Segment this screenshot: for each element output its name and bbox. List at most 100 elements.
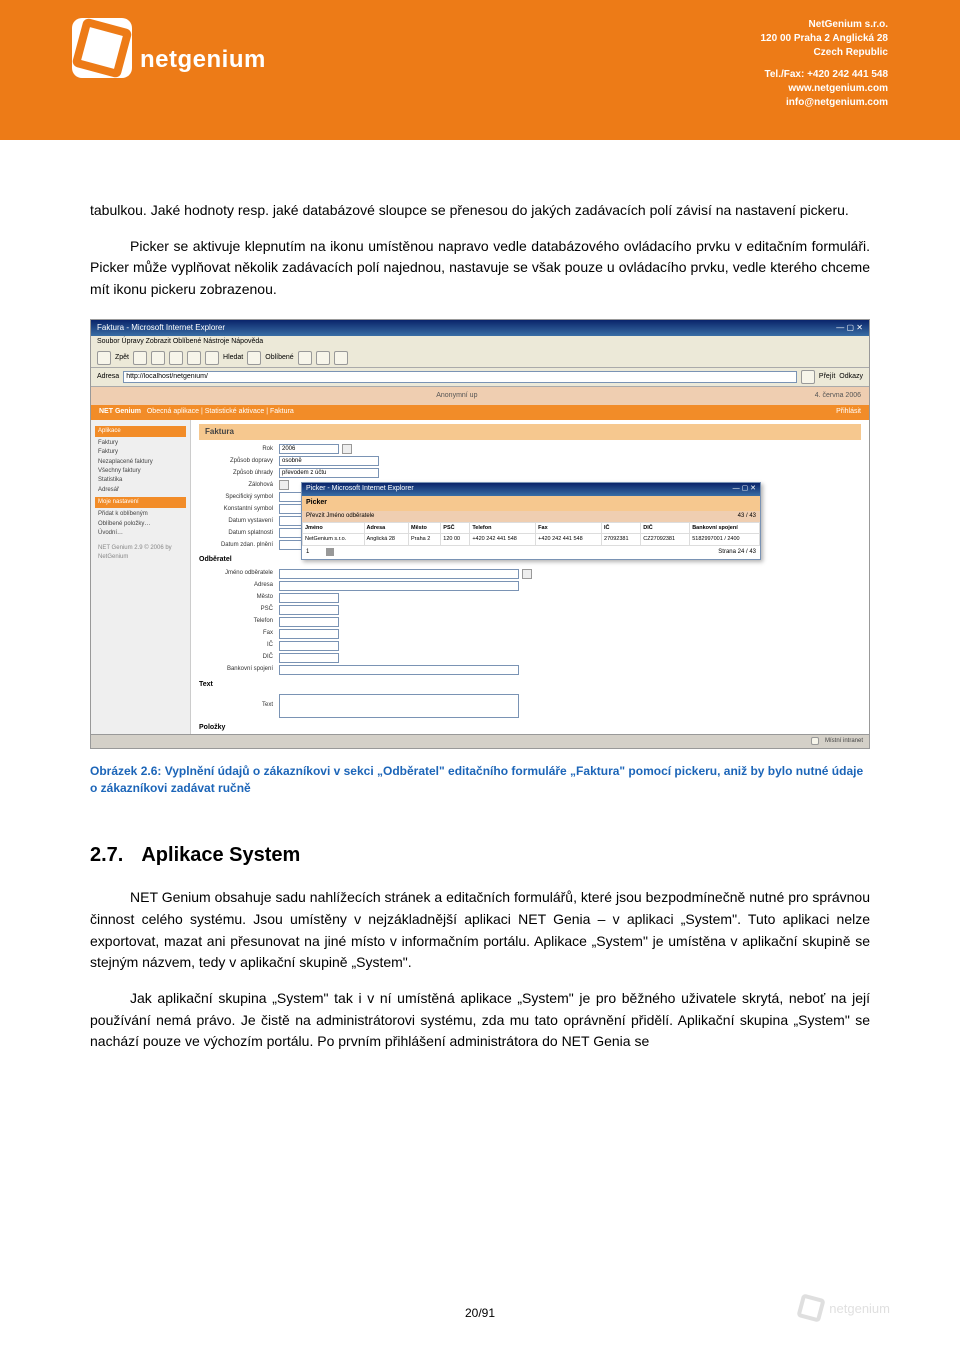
watermark-text: netgenium <box>829 1301 890 1316</box>
sidebar-item[interactable]: Úvodní… <box>95 529 186 538</box>
picker-icon[interactable] <box>522 569 532 579</box>
row-label: IČ <box>199 641 279 650</box>
row-label: Zálohová <box>199 481 279 490</box>
logo-icon <box>72 18 132 78</box>
transport-select[interactable]: osobně <box>279 456 379 466</box>
row-label: Text <box>199 701 279 710</box>
form-title: Faktura <box>199 424 861 440</box>
customer-name-input[interactable] <box>279 569 519 579</box>
browser-menubar[interactable]: Soubor Úpravy Zobrazit Oblíbené Nástroje… <box>91 336 869 349</box>
customer-phone-input[interactable] <box>279 617 339 627</box>
mail-button[interactable] <box>316 351 330 365</box>
sidebar-item[interactable]: Faktury <box>95 448 186 457</box>
links-label: Odkazy <box>839 372 863 383</box>
stop-button[interactable] <box>151 351 165 365</box>
section-text: Text <box>199 677 861 692</box>
company-tel: Tel./Fax: +420 242 441 548 <box>761 68 889 82</box>
window-controls[interactable]: — ▢ ✕ <box>836 322 863 334</box>
company-name: NetGenium s.r.o. <box>761 18 889 32</box>
login-link[interactable]: Přihlásit <box>836 407 861 418</box>
customer-bank-input[interactable] <box>279 665 519 675</box>
row-label: Jméno odběratele <box>199 569 279 578</box>
payment-select[interactable]: převodem z účtu <box>279 468 379 478</box>
picker-col: PSČ <box>441 522 470 534</box>
section-title: Aplikace System <box>141 844 300 866</box>
row-label: Způsob úhrady <box>199 469 279 478</box>
logo-text: netgenium <box>140 46 266 74</box>
section-number: 2.7. <box>90 844 123 866</box>
tab-invoice[interactable]: Faktura <box>270 408 294 415</box>
main-pane: Faktura Rok2006 Způsob dopravyosobně Způ… <box>191 420 869 749</box>
customer-zip-input[interactable] <box>279 605 339 615</box>
app-logo: NET Genium <box>99 408 141 415</box>
statusbar: Místní intranet <box>91 734 869 748</box>
customer-address-input[interactable] <box>279 581 519 591</box>
zone-icon <box>811 737 819 745</box>
sidebar-header-apps: Aplikace <box>95 426 186 437</box>
last-icon[interactable] <box>332 548 334 556</box>
address-input[interactable] <box>123 371 797 383</box>
text-textarea[interactable] <box>279 694 519 718</box>
company-email: info@netgenium.com <box>761 96 889 110</box>
picker-titlebar: Picker - Microsoft Internet Explorer — ▢… <box>302 483 760 496</box>
home-button[interactable] <box>187 351 201 365</box>
search-icon[interactable] <box>205 351 219 365</box>
picker-col: Město <box>409 522 441 534</box>
picker-close-icon[interactable]: — ▢ ✕ <box>733 484 756 495</box>
back-button[interactable] <box>97 351 111 365</box>
forward-button[interactable] <box>133 351 147 365</box>
sidebar-item[interactable]: Statistika <box>95 476 186 485</box>
date-label: 4. června 2006 <box>815 391 861 402</box>
sidebar-footer: NET Genium 2.9 © 2006 by NetGenium <box>95 544 186 563</box>
picker-icon[interactable] <box>342 444 352 454</box>
watermark-icon <box>797 1293 826 1322</box>
sidebar: Aplikace Faktury Faktury Nezaplacené fak… <box>91 420 191 749</box>
advance-checkbox[interactable] <box>279 480 289 490</box>
sidebar-header-settings: Moje nastavení <box>95 497 186 508</box>
window-title: Faktura - Microsoft Internet Explorer <box>97 322 225 334</box>
year-input[interactable]: 2006 <box>279 444 339 454</box>
document-content: tabulkou. Jaké hodnoty resp. jaké databá… <box>0 140 960 1053</box>
tab-stats[interactable]: Statistické aktivace <box>205 408 265 415</box>
sidebar-item[interactable]: Nezaplacené faktury <box>95 458 186 467</box>
window-titlebar: Faktura - Microsoft Internet Explorer — … <box>91 320 869 336</box>
customer-city-input[interactable] <box>279 593 339 603</box>
company-web: www.netgenium.com <box>761 82 889 96</box>
go-label: Přejít <box>819 372 835 383</box>
page-header: netgenium NetGenium s.r.o. 120 00 Praha … <box>0 0 960 140</box>
picker-row[interactable]: NetGenium s.r.o. Anglická 28 Praha 2 120… <box>303 534 760 546</box>
figure-caption: Obrázek 2.6: Vyplnění údajů o zákazníkov… <box>90 763 870 797</box>
refresh-button[interactable] <box>169 351 183 365</box>
app-tabs: NET Genium Obecná aplikace | Statistické… <box>91 405 869 420</box>
app-topbar: Anonymní up 4. června 2006 <box>91 387 869 405</box>
picker-col: Fax <box>536 522 602 534</box>
picker-col: DIČ <box>641 522 690 534</box>
sidebar-item[interactable]: Všechny faktury <box>95 467 186 476</box>
customer-dic-input[interactable] <box>279 653 339 663</box>
sidebar-item[interactable]: Adresář <box>95 486 186 495</box>
para-2: Picker se aktivuje klepnutím na ikonu um… <box>90 236 870 301</box>
sidebar-item[interactable]: Faktury <box>95 439 186 448</box>
customer-fax-input[interactable] <box>279 629 339 639</box>
row-label: Datum zdan. plnění <box>199 541 279 550</box>
user-label: Anonymní up <box>436 391 477 402</box>
favorites-icon[interactable] <box>247 351 261 365</box>
history-button[interactable] <box>298 351 312 365</box>
customer-ic-input[interactable] <box>279 641 339 651</box>
print-button[interactable] <box>334 351 348 365</box>
picker-col: Adresa <box>364 522 408 534</box>
row-label: PSČ <box>199 605 279 614</box>
row-label: Adresa <box>199 581 279 590</box>
row-label: Způsob dopravy <box>199 457 279 466</box>
picker-nav: 1 Strana 24 / 43 <box>302 546 760 559</box>
back-label: Zpět <box>115 353 129 364</box>
status-text: Místní intranet <box>825 737 863 746</box>
para-4: Jak aplikační skupina „System" tak i v n… <box>90 988 870 1053</box>
sidebar-item[interactable]: Přidat k oblíbeným <box>95 510 186 519</box>
tab-general[interactable]: Obecná aplikace <box>147 408 199 415</box>
go-button[interactable] <box>801 370 815 384</box>
company-address: 120 00 Praha 2 Anglická 28 <box>761 32 889 46</box>
search-label: Hledat <box>223 353 243 364</box>
sidebar-item[interactable]: Oblíbené položky… <box>95 520 186 529</box>
picker-page-select[interactable]: 1 <box>306 548 326 557</box>
